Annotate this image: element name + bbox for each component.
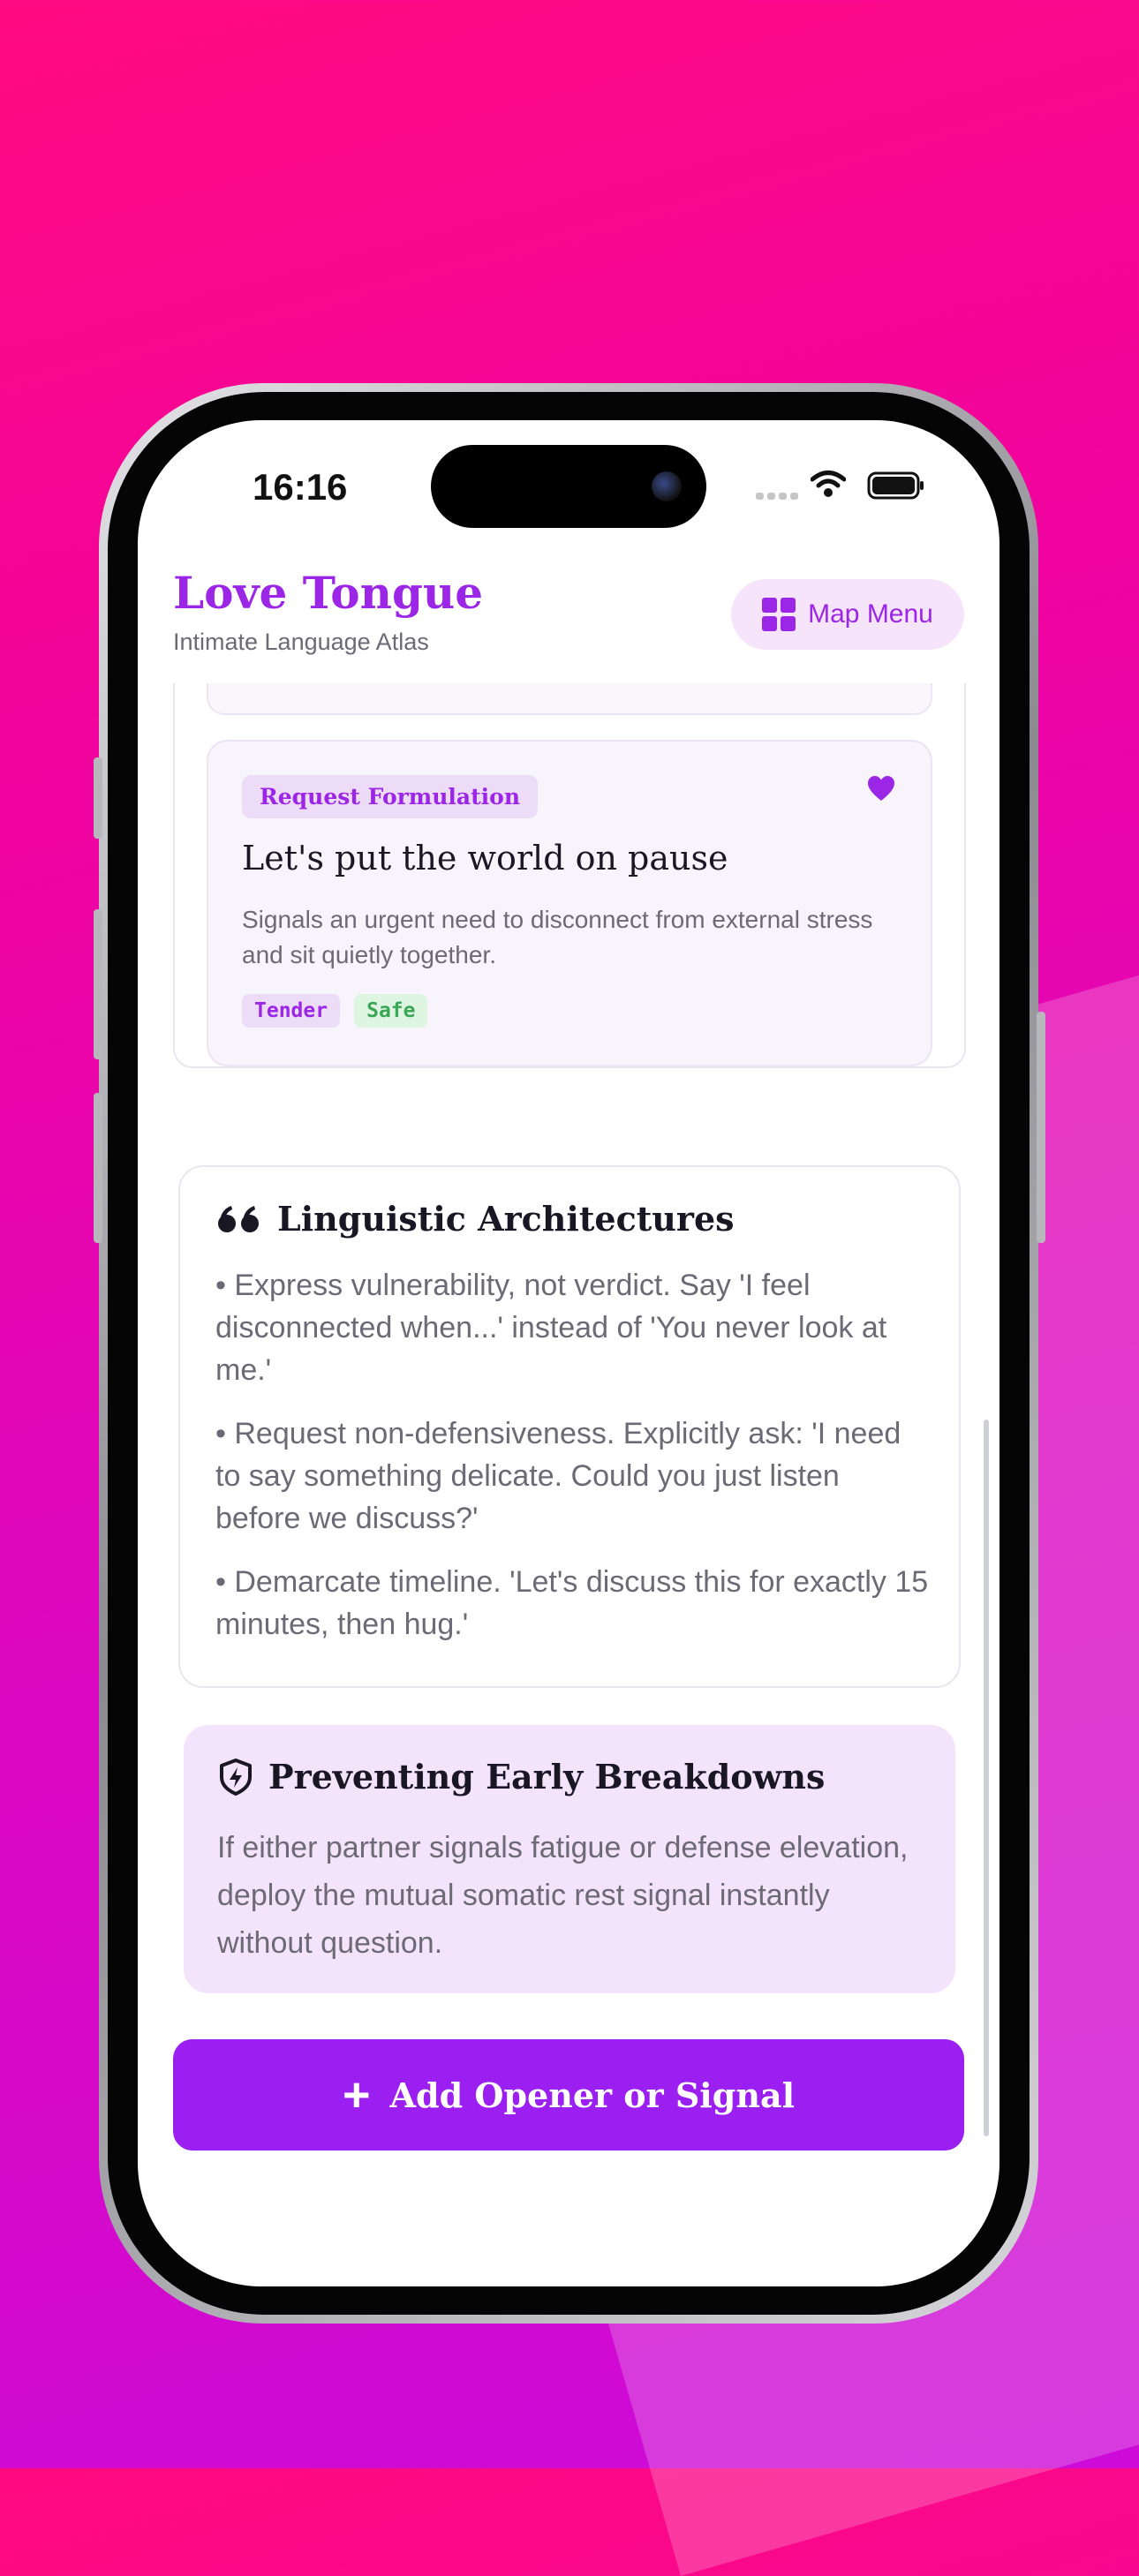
prevention-title: Preventing Early Breakdowns bbox=[268, 1757, 826, 1796]
app-header: Love Tongue Intimate Language Atlas Map … bbox=[138, 567, 999, 683]
plus-icon: + bbox=[342, 2068, 371, 2121]
category-badge: Request Formulation bbox=[242, 775, 539, 818]
prevention-box: Preventing Early Breakdowns If either pa… bbox=[184, 1725, 955, 1993]
action-button bbox=[94, 757, 102, 839]
prevention-text: If either partner signals fatigue or def… bbox=[217, 1831, 909, 1960]
app-subtitle: Intimate Language Atlas bbox=[173, 629, 429, 655]
map-menu-label: Map Menu bbox=[808, 599, 933, 629]
scrollbar[interactable] bbox=[984, 1420, 989, 2136]
volume-up-button bbox=[94, 909, 102, 1059]
linguistic-list: • Express vulnerability, not verdict. Sa… bbox=[215, 1264, 931, 1667]
quote-icon bbox=[218, 1205, 259, 1232]
dynamic-island bbox=[431, 445, 706, 528]
previous-signal-card[interactable] bbox=[207, 683, 932, 715]
signal-description: Signals an urgent need to disconnect fro… bbox=[242, 906, 873, 968]
tag-tender: Tender bbox=[242, 994, 341, 1028]
add-opener-button[interactable]: + Add Opener or Signal bbox=[173, 2039, 964, 2150]
map-menu-button[interactable]: Map Menu bbox=[731, 579, 964, 650]
add-opener-label: Add Opener or Signal bbox=[389, 2075, 796, 2115]
list-item: • Express vulnerability, not verdict. Sa… bbox=[215, 1269, 887, 1387]
shield-bolt-icon bbox=[220, 1758, 252, 1796]
tag-safe: Safe bbox=[354, 994, 428, 1028]
signal-title: Let's put the world on pause bbox=[242, 839, 728, 877]
wifi-icon bbox=[811, 471, 846, 497]
power-button bbox=[1037, 1012, 1045, 1243]
list-item: • Request non-defensiveness. Explicitly … bbox=[215, 1417, 901, 1535]
phone-screen: 16:16 Love Tongue Intimate Language Atla… bbox=[138, 420, 999, 2286]
app-title: Love Tongue bbox=[173, 567, 484, 619]
heart-icon[interactable] bbox=[867, 775, 895, 802]
volume-down-button bbox=[94, 1093, 102, 1243]
linguistic-architectures-card: Linguistic Architectures • Express vulne… bbox=[178, 1165, 961, 1688]
scroll-content[interactable]: Request Formulation Let's put the world … bbox=[138, 683, 999, 2286]
status-time: 16:16 bbox=[253, 466, 348, 508]
list-item: • Demarcate timeline. 'Let's discuss thi… bbox=[215, 1565, 929, 1641]
grid-icon bbox=[762, 598, 796, 631]
tag-list: Tender Safe bbox=[242, 994, 428, 1028]
linguistic-title: Linguistic Architectures bbox=[277, 1199, 735, 1239]
signal-dots-icon bbox=[756, 493, 798, 500]
camera-icon bbox=[652, 471, 682, 501]
battery-icon bbox=[867, 471, 924, 500]
signal-card[interactable]: Request Formulation Let's put the world … bbox=[207, 740, 932, 1066]
